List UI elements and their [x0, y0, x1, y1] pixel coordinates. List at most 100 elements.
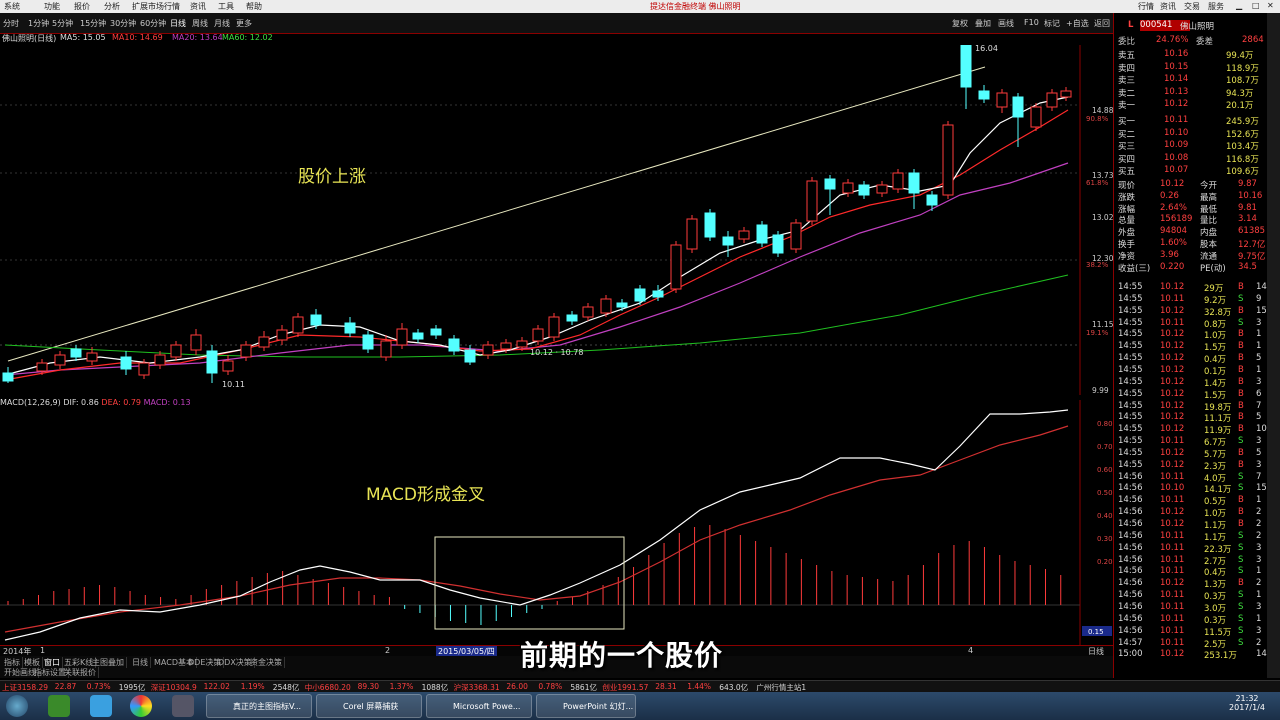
candle-body	[738, 230, 750, 240]
period-tab[interactable]: 15分钟	[80, 18, 106, 29]
minimize-icon[interactable]: ▁	[1236, 1, 1242, 10]
tick-direction: B	[1238, 282, 1244, 292]
candle-body	[258, 336, 270, 348]
tick-row: 15:00 10.12 253.1万 144	[1114, 649, 1272, 661]
tick-row: 14:55 10.12 0.4万 B 5	[1114, 353, 1266, 365]
taskbar-window[interactable]: 真正的主图指标V...	[206, 694, 312, 718]
tick-volume: 11.9万	[1204, 426, 1232, 437]
tick-price: 10.12	[1160, 649, 1185, 660]
toolbar-action[interactable]: F10	[1024, 18, 1039, 27]
tick-time: 14:56	[1118, 590, 1143, 601]
ticker-item: 1.19%	[240, 682, 265, 691]
app-icon-excel[interactable]	[48, 695, 70, 717]
period-tab[interactable]: 1分钟	[28, 18, 49, 29]
tool-tab[interactable]: 关联报价	[62, 667, 99, 678]
candle-body	[138, 362, 150, 376]
ask-price: 10.13	[1164, 86, 1189, 97]
menu-item[interactable]: 扩展市场行情	[132, 1, 180, 12]
menu-item[interactable]: 工具	[218, 1, 234, 12]
tick-direction: B	[1238, 447, 1244, 458]
menu-right-item[interactable]: 交易	[1184, 1, 1200, 12]
ask-volume: 20.1万	[1226, 101, 1254, 111]
app-icon-browser[interactable]	[130, 695, 152, 717]
toolbar-action[interactable]: +自选	[1066, 18, 1089, 29]
candle-body	[70, 348, 82, 358]
period-tab[interactable]: 月线	[214, 18, 230, 29]
bid-row: 买五 10.07 109.6万	[1114, 165, 1266, 177]
tick-volume: 11.5万	[1204, 627, 1232, 638]
candle-body	[36, 362, 48, 372]
right-side-toolbar[interactable]	[1267, 13, 1280, 678]
tick-time: 15:00	[1118, 649, 1143, 660]
taskbar-window[interactable]: Microsoft Powe...	[426, 694, 532, 718]
ask-label: 卖三	[1118, 76, 1136, 86]
ask-price: 10.15	[1164, 61, 1189, 72]
toolbar-action[interactable]: 复权	[952, 18, 968, 29]
menu-right-item[interactable]: 资讯	[1160, 1, 1176, 12]
tick-direction: B	[1238, 424, 1244, 435]
taskbar-window[interactable]: PowerPoint 幻灯...	[536, 694, 636, 718]
app-icon-cloud[interactable]	[90, 695, 112, 717]
tick-time: 14:56	[1118, 625, 1143, 636]
tick-direction: B	[1238, 400, 1244, 411]
menu-item[interactable]: 系统	[4, 1, 20, 12]
weibi-value: 24.76%	[1156, 35, 1189, 45]
quote-value: 9.75亿	[1238, 251, 1266, 262]
taskbar-window[interactable]: Corel 屏幕捕获	[316, 694, 422, 718]
menu-right-item[interactable]: 服务	[1208, 1, 1224, 12]
tick-row: 14:55 10.12 1.0万 B 1	[1114, 329, 1266, 341]
indicator-tab[interactable]: 资金决策	[248, 657, 285, 668]
tick-count: 3	[1256, 436, 1262, 447]
menu-item[interactable]: 功能	[44, 1, 60, 12]
macd-chart[interactable]: MACD形成金叉 0.80 0.70 0.60 0.50 0.40 0.30 0…	[0, 400, 1113, 645]
tick-direction: B	[1238, 459, 1244, 470]
indicator-tab[interactable]: 日线	[130, 657, 151, 668]
tick-row: 14:55 10.12 11.9万 B 10	[1114, 424, 1267, 437]
period-tab[interactable]: 分时	[3, 18, 19, 29]
period-tab[interactable]: 60分钟	[140, 18, 166, 29]
menu-item[interactable]: 资讯	[190, 1, 206, 12]
period-tab-active[interactable]: 日线	[170, 18, 186, 29]
ticker-item: 26.00	[506, 682, 528, 691]
date-axis-label: 1	[40, 646, 46, 655]
tick-price: 10.11	[1160, 542, 1185, 553]
date-axis-label: 2	[385, 646, 391, 655]
tick-volume: 19.8万	[1204, 402, 1232, 413]
tick-price: 10.12	[1160, 447, 1185, 458]
candle-body	[670, 244, 682, 290]
tick-count: 1	[1256, 590, 1262, 601]
menu-item[interactable]: 报价	[74, 1, 90, 12]
tick-count: 2	[1256, 507, 1262, 518]
toolbar-action[interactable]: 返回	[1094, 18, 1110, 29]
ma5-value: MA5: 15.05	[60, 33, 106, 42]
tick-count: 3	[1256, 459, 1262, 470]
toolbar-action[interactable]: 叠加	[975, 18, 991, 29]
tick-time: 14:56	[1118, 566, 1143, 577]
candle-body	[482, 344, 494, 356]
menu-right-item[interactable]: 行情	[1138, 1, 1154, 12]
tick-direction: S	[1238, 590, 1244, 601]
period-tab[interactable]: 更多	[236, 18, 252, 29]
menu-item[interactable]: 帮助	[246, 1, 262, 12]
start-button-icon[interactable]	[6, 695, 28, 717]
price-axis-label: 11.15	[1092, 320, 1113, 329]
candle-body	[704, 212, 716, 238]
tick-direction: B	[1238, 376, 1244, 387]
period-tab[interactable]: 5分钟	[52, 18, 73, 29]
period-tab[interactable]: 周线	[192, 18, 208, 29]
toolbar-action[interactable]: 画线	[998, 18, 1014, 29]
maximize-icon[interactable]: □	[1252, 1, 1260, 10]
menu-item[interactable]: 分析	[104, 1, 120, 12]
app-icon-paint[interactable]	[172, 695, 194, 717]
toolbar-action[interactable]: 标记	[1044, 18, 1060, 29]
tick-volume: 9.2万	[1204, 295, 1227, 306]
tick-row: 14:55 10.12 32.8万 B 15	[1114, 306, 1267, 318]
period-tab[interactable]: 30分钟	[110, 18, 136, 29]
annotation-macd-cross: MACD形成金叉	[366, 485, 485, 505]
tick-time: 14:55	[1118, 459, 1143, 470]
tick-count: 6	[1256, 388, 1262, 399]
candlestick-chart[interactable]: 16.04 10.11 10.12 · 10.78 股价上涨 14.88 13.…	[0, 45, 1113, 395]
quote-row: 涨跌 0.26 最高 10.16	[1114, 191, 1266, 203]
candle-body	[942, 124, 954, 196]
close-icon[interactable]: ✕	[1267, 1, 1274, 10]
